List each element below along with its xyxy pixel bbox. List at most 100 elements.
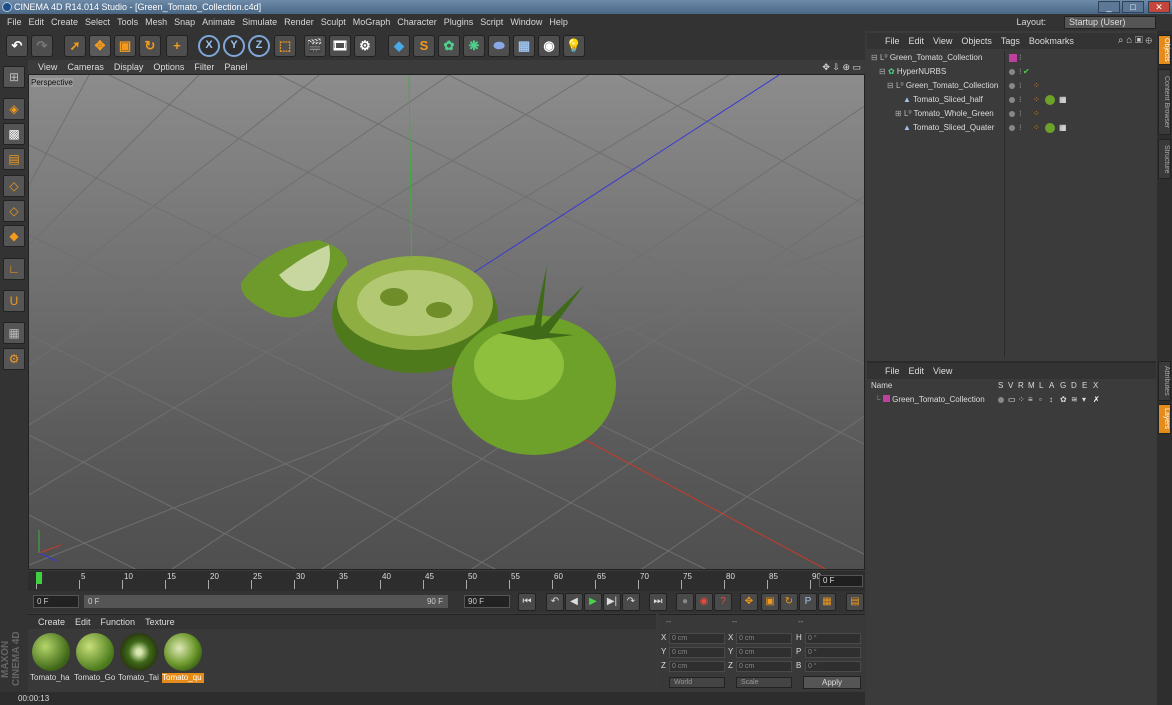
axis-mode-icon[interactable]: ∟ — [3, 258, 25, 280]
material-tag-icon[interactable] — [1045, 123, 1055, 133]
layer-xref-toggle-icon[interactable]: ✗ — [1093, 393, 1100, 407]
lm-menu-edit[interactable]: Edit — [909, 366, 925, 376]
generators-column[interactable]: G — [1060, 381, 1066, 390]
visibility-dots-icon[interactable]: ⁝ — [1019, 107, 1022, 121]
snap-icon[interactable]: ⚙ — [3, 348, 25, 370]
position-z-field[interactable]: 0 cm — [669, 661, 725, 672]
expand-icon[interactable]: ⊞ — [895, 109, 902, 118]
next-frame-icon[interactable]: ▶| — [603, 593, 621, 611]
menu-create[interactable]: Create — [51, 17, 78, 27]
solo-column[interactable]: S — [998, 381, 1003, 390]
y-axis-icon[interactable]: Y — [223, 35, 245, 57]
om-menu-edit[interactable]: Edit — [909, 36, 925, 46]
expressions-column[interactable]: E — [1082, 381, 1087, 390]
size-y-field[interactable]: 0 cm — [736, 647, 792, 658]
model-mode-icon[interactable]: ◈ — [3, 98, 25, 120]
om-menu-view[interactable]: View — [933, 36, 952, 46]
deformer-icon[interactable]: ⬬ — [488, 35, 510, 57]
lm-menu-file[interactable]: File — [885, 366, 900, 376]
layer-row[interactable]: └ Green_Tomato_Collection ▭ ⁘ ≡ ▫ ↕ ✿ ≋ … — [867, 393, 1156, 407]
rotation-h-field[interactable]: 0 ° — [805, 633, 861, 644]
workplane-lock-icon[interactable]: ▦ — [3, 322, 25, 344]
visibility-dots-icon[interactable]: ⁝ — [1019, 121, 1022, 135]
status-dot[interactable] — [1009, 83, 1015, 89]
go-to-end-icon[interactable]: ⏭ — [649, 593, 667, 611]
scale-icon[interactable]: ▣ — [114, 35, 136, 57]
tomato-quarter-model[interactable] — [240, 240, 348, 318]
key-rotation-icon[interactable]: ↻ — [780, 593, 798, 611]
go-to-start-icon[interactable]: ⏮ — [518, 593, 536, 611]
position-x-field[interactable]: 0 cm — [669, 633, 725, 644]
material-tag-icon[interactable] — [1045, 95, 1055, 105]
layer-color-swatch[interactable] — [882, 395, 890, 402]
layer-lock-toggle-icon[interactable]: ▫ — [1039, 393, 1042, 407]
material-menu-function[interactable]: Function — [101, 617, 136, 627]
object-row[interactable]: ⊟ L⁰ Green_Tomato_Collection ⁝ ⁘ — [867, 79, 1156, 93]
phong-tag-icon[interactable]: ⁘ — [1033, 121, 1040, 135]
om-search-icon[interactable]: ⌕ ⌂ ▣ ⊕ — [1118, 33, 1152, 49]
menu-character[interactable]: Character — [397, 17, 437, 27]
menu-mesh[interactable]: Mesh — [145, 17, 167, 27]
current-frame-field[interactable]: 0 F — [819, 575, 863, 587]
size-z-field[interactable]: 0 cm — [736, 661, 792, 672]
menu-script[interactable]: Script — [480, 17, 503, 27]
visibility-dots-icon[interactable]: ⁝ — [1019, 93, 1022, 107]
rotation-p-field[interactable]: 0 ° — [805, 647, 861, 658]
layer-expression-toggle-icon[interactable]: ▾ — [1082, 393, 1086, 407]
previous-frame-icon[interactable]: ◀ — [565, 593, 583, 611]
render-view-icon[interactable]: 🎬 — [304, 35, 326, 57]
deformers-column[interactable]: D — [1071, 381, 1077, 390]
live-select-icon[interactable]: ➚ — [64, 35, 86, 57]
layer-manager-toggle-icon[interactable]: ≡ — [1028, 393, 1033, 407]
uvw-tag-icon[interactable]: ▦ — [1059, 93, 1067, 107]
visibility-dots-icon[interactable]: ⁝ — [1019, 65, 1022, 79]
max-time-field[interactable]: 90 F — [464, 595, 510, 608]
material-swatch[interactable]: Tomato_Tai — [118, 631, 159, 685]
layer-solo-toggle[interactable] — [998, 397, 1004, 403]
maximize-button[interactable]: □ — [1122, 1, 1144, 13]
texture-mode-icon[interactable]: ▩ — [3, 123, 25, 145]
status-dot[interactable] — [1009, 69, 1015, 75]
current-time-field[interactable]: 0 F — [33, 595, 79, 608]
minimize-button[interactable]: _ — [1098, 1, 1120, 13]
material-swatch[interactable]: Tomato_Go — [74, 631, 115, 685]
close-button[interactable]: ✕ — [1148, 1, 1170, 13]
tab-structure[interactable]: Structure — [1158, 139, 1171, 179]
array-icon[interactable]: ❋ — [463, 35, 485, 57]
uvw-tag-icon[interactable]: ▦ — [1059, 121, 1067, 135]
viewport-menu-cameras[interactable]: Cameras — [67, 62, 104, 72]
material-menu-create[interactable]: Create — [38, 617, 65, 627]
magnet-icon[interactable]: U — [3, 290, 25, 312]
visibility-dots-icon[interactable]: ⁝ — [1019, 79, 1022, 93]
menu-edit[interactable]: Edit — [29, 17, 45, 27]
material-menu-edit[interactable]: Edit — [75, 617, 91, 627]
viewport-menu-view[interactable]: View — [38, 62, 57, 72]
menu-select[interactable]: Select — [85, 17, 110, 27]
tab-layers[interactable]: Layers — [1158, 404, 1171, 434]
make-editable-icon[interactable]: ⊞ — [3, 66, 25, 88]
object-row[interactable]: ⊟ L⁰ Green_Tomato_Collection ⁝ — [867, 51, 1156, 65]
status-dot[interactable] — [1009, 111, 1015, 117]
object-row[interactable]: ▲ Tomato_Sliced_Quater ⁝ ⁘ ▦ — [867, 121, 1156, 135]
animation-column[interactable]: A — [1049, 381, 1054, 390]
tab-content-browser[interactable]: Content Browser — [1158, 69, 1171, 135]
workplane-mode-icon[interactable]: ▤ — [3, 148, 25, 170]
rotate-icon[interactable]: ↻ — [139, 35, 161, 57]
rotation-b-field[interactable]: 0 ° — [805, 661, 861, 672]
menu-render[interactable]: Render — [284, 17, 314, 27]
expand-icon[interactable]: ⊟ — [887, 81, 894, 90]
object-row[interactable]: ⊞ L⁰ Tomato_Whole_Green ⁝ ⁘ — [867, 107, 1156, 121]
key-pla-icon[interactable]: ▦ — [818, 593, 836, 611]
play-icon[interactable]: ▶ — [584, 593, 602, 611]
material-swatch[interactable]: Tomato_ha — [30, 631, 70, 685]
tab-attributes[interactable]: Attributes — [1158, 361, 1171, 401]
autokeying-icon[interactable]: ◉ — [695, 593, 713, 611]
render-column[interactable]: R — [1018, 381, 1024, 390]
floor-icon[interactable]: ▦ — [513, 35, 535, 57]
visibility-dots-icon[interactable]: ⁝ — [1019, 51, 1022, 65]
xref-column[interactable]: X — [1093, 381, 1098, 390]
menu-window[interactable]: Window — [510, 17, 542, 27]
menu-animate[interactable]: Animate — [202, 17, 235, 27]
light-icon[interactable]: 💡 — [563, 35, 585, 57]
layer-animation-toggle-icon[interactable]: ↕ — [1049, 393, 1053, 407]
